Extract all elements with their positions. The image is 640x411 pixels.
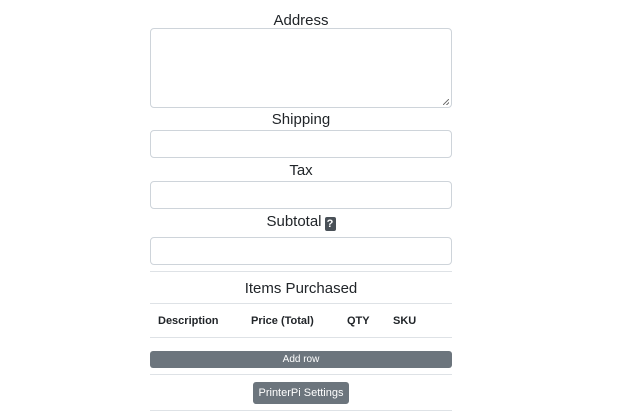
- tax-input[interactable]: [150, 181, 452, 209]
- resize-grip-icon[interactable]: [443, 99, 449, 105]
- column-sku: SKU: [385, 304, 452, 338]
- subtotal-label-row: Subtotal?: [150, 213, 452, 231]
- subtotal-label: Subtotal: [266, 213, 322, 230]
- items-header-row: Description Price (Total) QTY SKU: [150, 304, 452, 338]
- shipping-label: Shipping: [271, 111, 331, 128]
- tax-label: Tax: [289, 162, 313, 179]
- shipping-input[interactable]: [150, 130, 452, 158]
- address-textarea[interactable]: [150, 28, 452, 108]
- column-description: Description: [150, 304, 243, 338]
- help-icon[interactable]: ?: [324, 217, 336, 231]
- address-wrapper: [150, 28, 452, 108]
- subtotal-input[interactable]: [150, 237, 452, 265]
- items-title: Items Purchased: [244, 280, 358, 297]
- column-qty: QTY: [339, 304, 385, 338]
- items-table: Description Price (Total) QTY SKU: [150, 304, 452, 338]
- add-row-button[interactable]: Add row: [150, 351, 452, 368]
- column-price: Price (Total): [243, 304, 339, 338]
- section-divider: [150, 271, 452, 272]
- printerpi-settings-button[interactable]: PrinterPi Settings: [252, 382, 350, 404]
- order-form: Address Shipping Tax Subtotal? Items Pur…: [150, 0, 452, 411]
